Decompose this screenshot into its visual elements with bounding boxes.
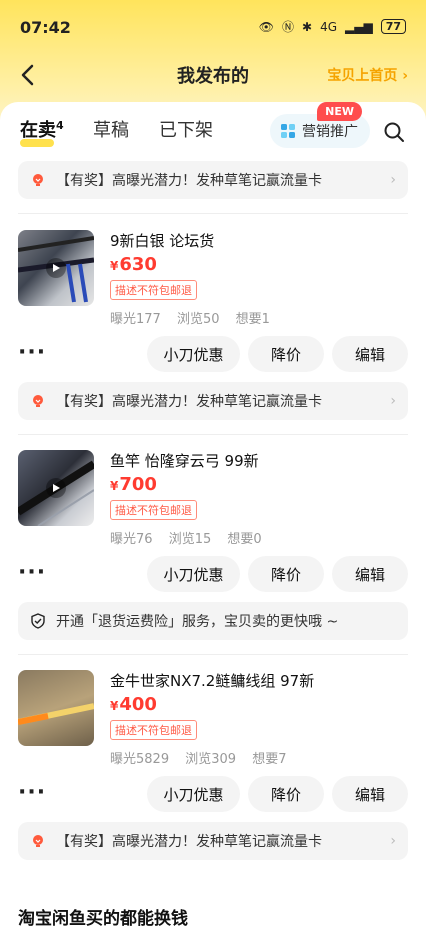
tab-draft[interactable]: 草稿 [93,116,129,142]
more-options-button[interactable]: ··· [18,560,46,585]
campaign-banner[interactable]: 【有奖】高曝光潜力！发种草笔记赢流量卡 › [18,382,408,420]
divider [18,434,408,435]
item-thumbnail[interactable] [18,450,94,526]
marketing-promotion-label: 营销推广 [302,124,358,140]
reduce-price-button[interactable]: 降价 [248,556,324,592]
more-options-button[interactable]: ··· [18,340,46,365]
edit-button[interactable]: 编辑 [332,556,408,592]
item-price-currency: ¥ [110,259,119,273]
campaign-banner[interactable]: 【有奖】高曝光潜力！发种草笔记赢流量卡 › [18,161,408,199]
divider [18,213,408,214]
exposure-count: 曝光177 [110,312,161,327]
chevron-right-icon: › [390,172,396,188]
banner-text: 开通「退货运费险」服务，宝贝卖的更快哦 ~ [56,614,339,630]
return-policy-tag: 描述不符包邮退 [110,720,197,740]
return-policy-tag: 描述不符包邮退 [110,280,197,300]
item-price-currency: ¥ [110,479,119,493]
play-icon [46,258,66,278]
edit-button[interactable]: 编辑 [332,336,408,372]
banner-text: 【有奖】高曝光潜力！发种草笔记赢流量卡 [56,173,322,189]
want-count: 想要7 [252,752,287,767]
item-stats: 曝光177 浏览50 想要1 [110,308,282,327]
more-options-button[interactable]: ··· [18,780,46,805]
item-thumbnail[interactable] [18,230,94,306]
item-price: ¥630 [110,254,157,275]
nfc-icon: Ⓝ [281,20,294,34]
signal-icon: ▂▄▆ [345,19,373,34]
exposure-count: 曝光5829 [110,752,170,767]
status-bar: 07:42 👁 Ⓝ ✱ 4G ▂▄▆ 77 [0,0,426,56]
exposure-count: 曝光76 [110,532,153,547]
status-time: 07:42 [20,18,71,37]
item-title: 鱼竿 怡隆穿云弓 99新 [110,452,259,470]
chevron-right-icon: › [390,833,396,849]
item-title: 金牛世家NX7.2鲢鳙线组 97新 [110,672,315,690]
promote-to-homepage-link[interactable]: 宝贝上首页 › [327,65,408,85]
return-policy-tag: 描述不符包邮退 [110,500,197,520]
small-discount-button[interactable]: 小刀优惠 [147,336,240,372]
network-label: 4G [320,19,337,34]
status-icons: 👁 Ⓝ ✱ 4G ▂▄▆ 77 [259,18,406,35]
chevron-right-icon: › [390,393,396,409]
item-price: ¥700 [110,474,157,495]
item-price-currency: ¥ [110,699,119,713]
item-title: 9新白银 论坛货 [110,232,215,250]
banner-text: 【有奖】高曝光潜力！发种草笔记赢流量卡 [56,834,322,850]
item-price-value: 630 [119,254,157,275]
tab-selling[interactable]: 在卖4 [20,116,64,142]
search-icon[interactable] [382,120,406,144]
view-count: 浏览309 [185,752,237,767]
bulb-icon [30,833,56,849]
banner-text: 【有奖】高曝光潜力！发种草笔记赢流量卡 [56,394,322,410]
tab-selling-count: 4 [56,119,64,132]
item-stats: 曝光76 浏览15 想要0 [110,528,274,547]
view-count: 浏览15 [168,532,212,547]
small-discount-button[interactable]: 小刀优惠 [147,776,240,812]
bulb-icon [30,172,56,188]
item-thumbnail[interactable] [18,670,94,746]
campaign-banner[interactable]: 【有奖】高曝光潜力！发种草笔记赢流量卡 › [18,822,408,860]
divider [18,654,408,655]
tab-selling-label: 在卖 [20,120,56,141]
tab-offshelf[interactable]: 已下架 [159,116,213,142]
edit-button[interactable]: 编辑 [332,776,408,812]
promote-to-homepage-label: 宝贝上首页 [327,68,398,84]
bulb-icon [30,393,56,409]
item-price-value: 700 [119,474,157,495]
shield-check-icon [30,613,56,629]
small-discount-button[interactable]: 小刀优惠 [147,556,240,592]
insurance-banner[interactable]: 开通「退货运费险」服务，宝贝卖的更快哦 ~ [18,602,408,640]
battery-icon: 77 [380,19,406,34]
nav-bar: 我发布的 宝贝上首页 › [0,56,426,96]
reduce-price-button[interactable]: 降价 [248,776,324,812]
view-count: 浏览50 [176,312,220,327]
line-set-image [18,703,94,725]
item-stats: 曝光5829 浏览309 想要7 [110,748,298,767]
grid-icon [281,124,295,138]
play-icon [46,478,66,498]
want-count: 想要0 [227,532,262,547]
bluetooth-icon: ✱ [302,19,313,34]
new-badge: NEW [317,102,362,121]
reduce-price-button[interactable]: 降价 [248,336,324,372]
content-sheet: 在卖4 草稿 已下架 营销推广 NEW 【有奖】高曝光潜力！发种草笔记赢流量卡 … [0,102,426,882]
item-price-value: 400 [119,694,157,715]
item-price: ¥400 [110,694,157,715]
footer-title: 淘宝闲鱼买的都能换钱 [18,909,188,929]
chevron-right-icon: › [402,68,408,84]
want-count: 想要1 [235,312,270,327]
tab-bar: 在卖4 草稿 已下架 营销推广 NEW [0,102,426,152]
eye-icon: 👁 [258,19,274,34]
